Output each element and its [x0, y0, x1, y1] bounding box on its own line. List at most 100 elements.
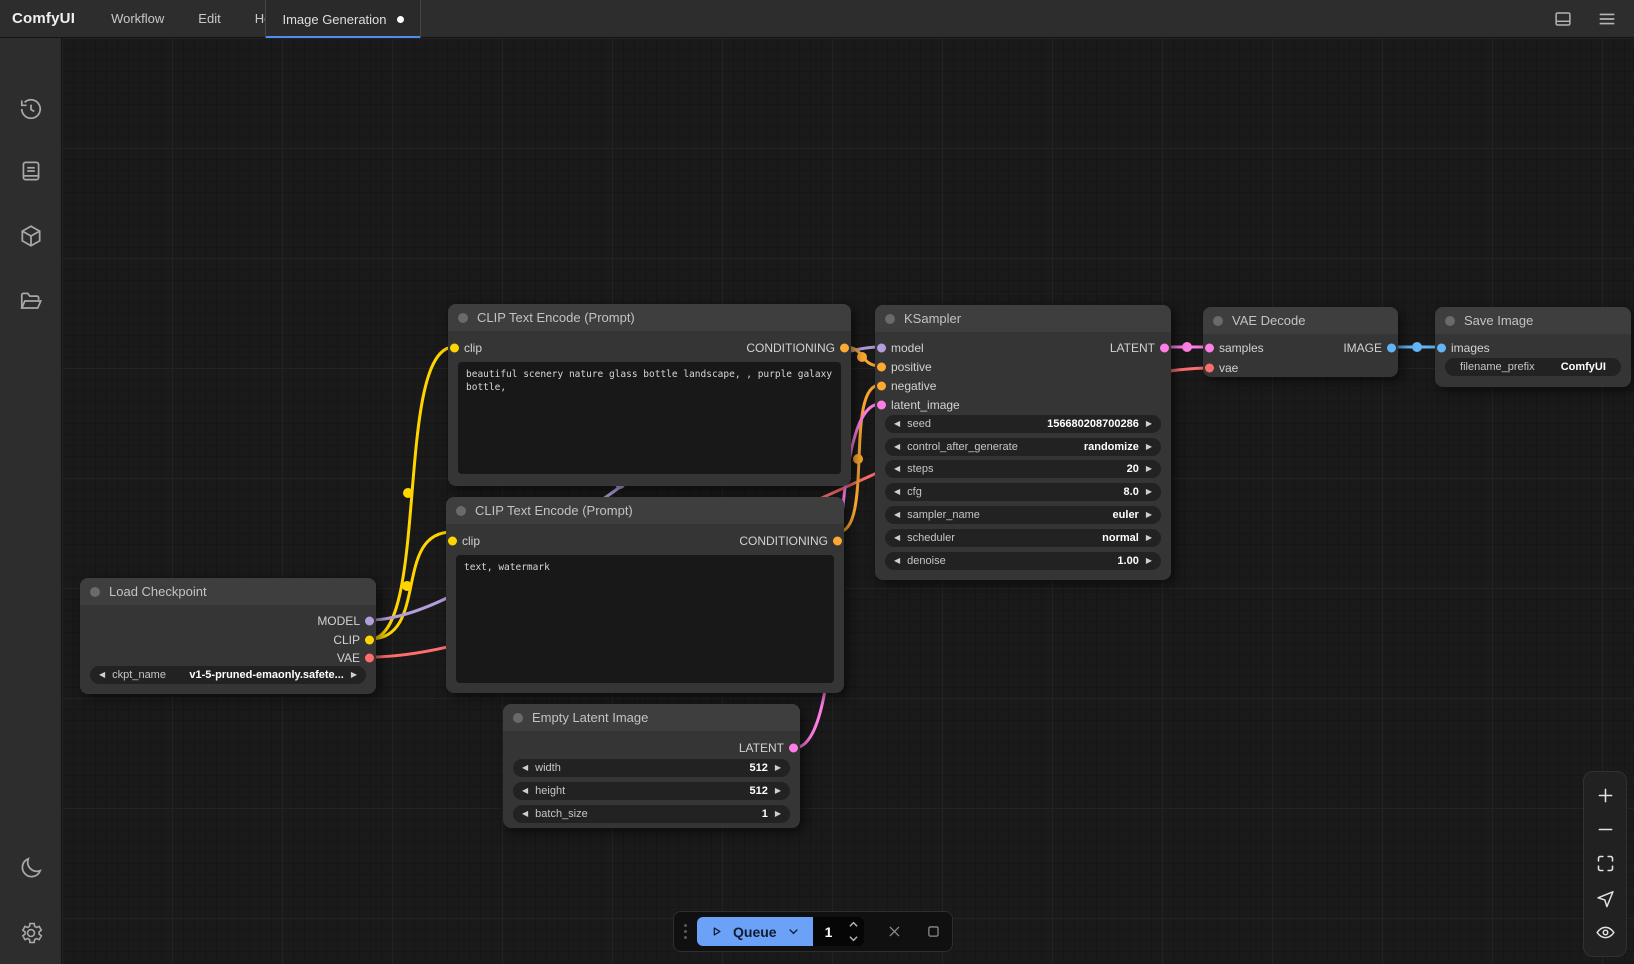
toggle-link-visibility-eye-icon[interactable]: [1595, 922, 1616, 943]
menu-workflow[interactable]: Workflow: [111, 11, 164, 26]
toggle-panel-icon[interactable]: [1552, 8, 1574, 30]
menu-edit[interactable]: Edit: [198, 11, 220, 26]
widget-control-after-generate[interactable]: ◀ control_after_generate randomize ▶: [885, 438, 1161, 456]
prompt-textarea[interactable]: text, watermark: [456, 555, 834, 683]
increment-arrow-icon[interactable]: ▶: [1146, 557, 1152, 565]
input-port-positive[interactable]: [877, 362, 886, 371]
tab-image-generation[interactable]: Image Generation: [265, 0, 421, 38]
collapse-dot[interactable]: [513, 713, 523, 723]
node-title-bar[interactable]: CLIP Text Encode (Prompt): [446, 497, 844, 524]
model-library-icon[interactable]: [18, 223, 44, 249]
output-port-conditioning[interactable]: [833, 536, 842, 545]
zoom-out-icon[interactable]: [1595, 819, 1616, 840]
collapse-dot[interactable]: [456, 506, 466, 516]
zoom-in-icon[interactable]: [1595, 785, 1616, 806]
node-title-bar[interactable]: CLIP Text Encode (Prompt): [448, 304, 851, 331]
collapse-dot[interactable]: [90, 587, 100, 597]
prompt-textarea[interactable]: beautiful scenery nature glass bottle la…: [458, 362, 841, 474]
decrement-arrow-icon[interactable]: ◀: [894, 443, 900, 451]
input-port-latent-image[interactable]: [877, 400, 886, 409]
widget-sampler-name[interactable]: ◀ sampler_name euler ▶: [885, 506, 1161, 524]
widget-cfg[interactable]: ◀ cfg 8.0 ▶: [885, 483, 1161, 501]
output-port-image[interactable]: [1387, 343, 1396, 352]
queue-button[interactable]: Queue: [697, 917, 813, 946]
collapse-dot[interactable]: [1213, 316, 1223, 326]
node-canvas[interactable]: [62, 38, 1634, 964]
node-empty-latent-image[interactable]: Empty Latent Image LATENT ◀ width 512 ▶ …: [503, 704, 800, 828]
node-title-bar[interactable]: VAE Decode: [1203, 307, 1398, 334]
batch-count-input[interactable]: 1: [813, 917, 865, 946]
input-port-model[interactable]: [877, 343, 886, 352]
increment-arrow-icon[interactable]: ▶: [1146, 443, 1152, 451]
collapse-dot[interactable]: [1445, 316, 1455, 326]
increment-arrow-icon[interactable]: ▶: [775, 764, 781, 772]
node-clip-text-encode-negative[interactable]: CLIP Text Encode (Prompt) clip CONDITION…: [446, 497, 844, 693]
decrement-arrow-icon[interactable]: ◀: [522, 764, 528, 772]
decrement-arrow-icon[interactable]: ◀: [522, 810, 528, 818]
node-vae-decode[interactable]: VAE Decode samples IMAGE vae: [1203, 307, 1398, 377]
increment-arrow-icon[interactable]: ▶: [775, 810, 781, 818]
history-icon[interactable]: [18, 96, 44, 122]
decrement-arrow-icon[interactable]: ◀: [894, 557, 900, 565]
output-port-latent[interactable]: [789, 743, 798, 752]
increment-arrow-icon[interactable]: ▶: [1146, 488, 1152, 496]
clear-queue-icon[interactable]: [886, 923, 903, 940]
widget-width[interactable]: ◀ width 512 ▶: [513, 759, 790, 777]
widget-seed[interactable]: ◀ seed 156680208700286 ▶: [885, 415, 1161, 433]
node-title-bar[interactable]: Load Checkpoint: [80, 578, 376, 605]
input-port-negative[interactable]: [877, 381, 886, 390]
increment-arrow-icon[interactable]: ▶: [775, 787, 781, 795]
decrement-batch-icon[interactable]: [848, 934, 859, 944]
input-port-clip[interactable]: [448, 536, 457, 545]
decrement-arrow-icon[interactable]: ◀: [894, 534, 900, 542]
collapse-dot[interactable]: [458, 313, 468, 323]
input-port-samples[interactable]: [1205, 343, 1214, 352]
stop-icon[interactable]: [925, 923, 942, 940]
select-mode-icon[interactable]: [1595, 888, 1616, 909]
decrement-arrow-icon[interactable]: ◀: [894, 511, 900, 519]
output-port-latent[interactable]: [1160, 343, 1169, 352]
settings-gear-icon[interactable]: [18, 920, 44, 946]
chevron-down-icon[interactable]: [786, 924, 801, 939]
decrement-arrow-icon[interactable]: ◀: [522, 787, 528, 795]
widget-steps[interactable]: ◀ steps 20 ▶: [885, 460, 1161, 478]
widget-filename-prefix[interactable]: filename_prefix ComfyUI: [1445, 358, 1621, 376]
decrement-arrow-icon[interactable]: ◀: [894, 420, 900, 428]
node-load-checkpoint[interactable]: Load Checkpoint MODEL CLIP VAE ◀ ckpt_na…: [80, 578, 376, 694]
drag-handle-icon[interactable]: [684, 924, 687, 939]
theme-toggle-moon-icon[interactable]: [18, 855, 44, 881]
node-title-bar[interactable]: Empty Latent Image: [503, 704, 800, 731]
decrement-arrow-icon[interactable]: ◀: [894, 465, 900, 473]
widget-height[interactable]: ◀ height 512 ▶: [513, 782, 790, 800]
input-port-images[interactable]: [1437, 343, 1446, 352]
output-port-conditioning[interactable]: [840, 343, 849, 352]
output-port-vae[interactable]: [365, 653, 374, 662]
node-save-image[interactable]: Save Image images filename_prefix ComfyU…: [1435, 307, 1631, 387]
output-port-model[interactable]: [365, 616, 374, 625]
node-clip-text-encode-positive[interactable]: CLIP Text Encode (Prompt) clip CONDITION…: [448, 304, 851, 486]
decrement-arrow-icon[interactable]: ◀: [894, 488, 900, 496]
widget-ckpt-name[interactable]: ◀ ckpt_name v1-5-pruned-emaonly.safete..…: [90, 666, 366, 684]
node-title-bar[interactable]: KSampler: [875, 305, 1171, 332]
increment-arrow-icon[interactable]: ▶: [1146, 534, 1152, 542]
collapse-dot[interactable]: [885, 314, 895, 324]
node-title-bar[interactable]: Save Image: [1435, 307, 1631, 334]
input-port-clip[interactable]: [450, 343, 459, 352]
widget-batch-size[interactable]: ◀ batch_size 1 ▶: [513, 805, 790, 823]
increment-arrow-icon[interactable]: ▶: [1146, 465, 1152, 473]
increment-batch-icon[interactable]: [848, 919, 859, 929]
output-port-clip[interactable]: [365, 635, 374, 644]
increment-arrow-icon[interactable]: ▶: [1146, 420, 1152, 428]
slot-label: CONDITIONING: [746, 341, 835, 355]
input-port-vae[interactable]: [1205, 363, 1214, 372]
decrement-arrow-icon[interactable]: ◀: [99, 671, 105, 679]
node-ksampler[interactable]: KSampler model LATENT positive negative …: [875, 305, 1171, 580]
widget-scheduler[interactable]: ◀ scheduler normal ▶: [885, 529, 1161, 547]
hamburger-menu-icon[interactable]: [1596, 8, 1618, 30]
widget-denoise[interactable]: ◀ denoise 1.00 ▶: [885, 552, 1161, 570]
fit-view-icon[interactable]: [1595, 853, 1616, 874]
queue-log-icon[interactable]: [18, 158, 44, 184]
increment-arrow-icon[interactable]: ▶: [1146, 511, 1152, 519]
workflows-folder-icon[interactable]: [18, 288, 44, 314]
increment-arrow-icon[interactable]: ▶: [351, 671, 357, 679]
